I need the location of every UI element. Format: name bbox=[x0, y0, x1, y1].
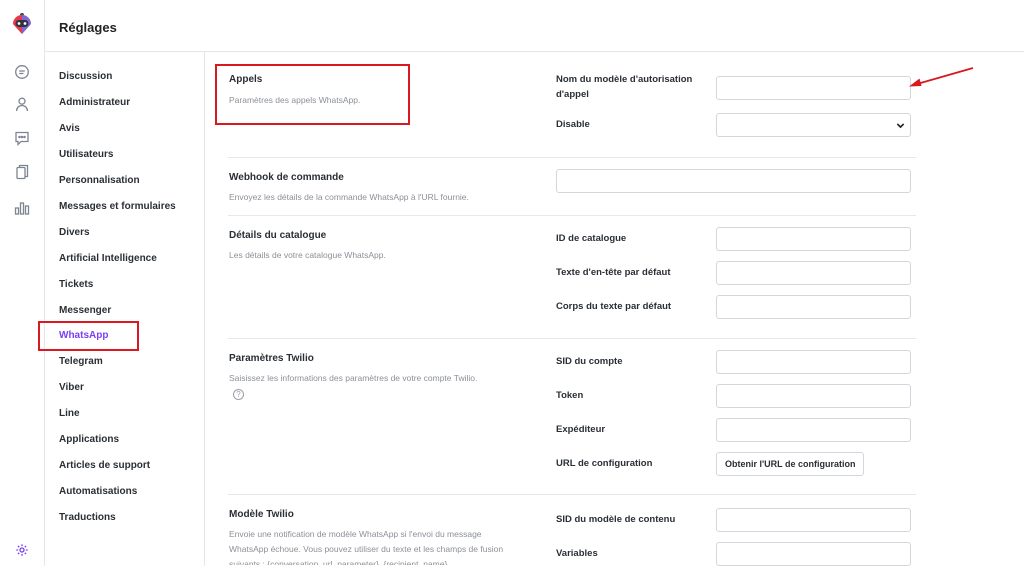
sidebar-item-messages-formulaires[interactable]: Messages et formulaires bbox=[59, 200, 176, 214]
call-permission-template-label: Nom du modèle d'autorisation d'appel bbox=[556, 74, 693, 100]
sidebar-item-messenger[interactable]: Messenger bbox=[59, 304, 111, 318]
catalogue-id-label: ID de catalogue bbox=[556, 233, 627, 244]
account-sid-input[interactable] bbox=[716, 350, 911, 374]
sidebar-item-administrateur[interactable]: Administrateur bbox=[59, 96, 130, 110]
section-appels: Appels Paramètres des appels WhatsApp. N… bbox=[228, 52, 916, 157]
sender-input[interactable] bbox=[716, 418, 911, 442]
variables-input[interactable] bbox=[716, 542, 911, 566]
icon-rail bbox=[0, 0, 45, 566]
default-body-text-input[interactable] bbox=[716, 295, 911, 319]
sidebar-item-artificial-intelligence[interactable]: Artificial Intelligence bbox=[59, 252, 157, 266]
section-webhook: Webhook de commande Envoyez les détails … bbox=[228, 157, 916, 215]
content-template-sid-input[interactable] bbox=[716, 508, 911, 532]
section-twilio: Paramètres Twilio Saisissez les informat… bbox=[228, 338, 916, 494]
section-twilio-template: Modèle Twilio Envoie une notification de… bbox=[228, 494, 916, 566]
section-description: Les détails de votre catalogue WhatsApp. bbox=[229, 250, 386, 260]
sidebar-item-viber[interactable]: Viber bbox=[59, 381, 84, 395]
get-configuration-url-button[interactable]: Obtenir l'URL de configuration bbox=[716, 452, 865, 476]
section-description: Paramètres des appels WhatsApp. bbox=[229, 95, 361, 105]
sidebar-item-discussion[interactable]: Discussion bbox=[59, 70, 112, 84]
settings-gear-icon[interactable] bbox=[12, 540, 32, 560]
sidebar-item-line[interactable]: Line bbox=[59, 407, 80, 421]
variables-label: Variables bbox=[556, 548, 598, 559]
configuration-url-label: URL de configuration bbox=[556, 458, 653, 469]
message-square-icon[interactable] bbox=[12, 128, 32, 148]
section-title: Webhook de commande bbox=[229, 172, 344, 183]
sender-label: Expéditeur bbox=[556, 424, 606, 435]
logo-icon[interactable] bbox=[9, 10, 35, 36]
call-permission-template-input[interactable] bbox=[716, 76, 911, 100]
sidebar-item-divers[interactable]: Divers bbox=[59, 226, 90, 240]
default-header-text-input[interactable] bbox=[716, 261, 911, 285]
sidebar-item-whatsapp[interactable]: WhatsApp bbox=[59, 329, 108, 343]
page-header: Réglages bbox=[45, 0, 1024, 52]
annotation-arrow-icon bbox=[909, 67, 974, 87]
chevron-down-icon bbox=[896, 123, 905, 129]
section-title: Appels bbox=[229, 74, 263, 85]
disable-select[interactable] bbox=[716, 113, 911, 137]
section-description: Saisissez les informations des paramètre… bbox=[229, 373, 478, 383]
bar-chart-icon[interactable] bbox=[12, 198, 32, 218]
content-template-sid-label: SID du modèle de contenu bbox=[556, 514, 676, 525]
default-body-text-label: Corps du texte par défaut bbox=[556, 301, 672, 312]
help-icon[interactable]: ? bbox=[233, 389, 244, 400]
account-sid-label: SID du compte bbox=[556, 356, 623, 367]
section-title: Paramètres Twilio bbox=[229, 353, 314, 364]
user-icon[interactable] bbox=[12, 94, 32, 114]
sidebar-item-avis[interactable]: Avis bbox=[59, 122, 80, 136]
sidebar-item-tickets[interactable]: Tickets bbox=[59, 278, 93, 292]
catalogue-id-input[interactable] bbox=[716, 227, 911, 251]
section-title: Détails du catalogue bbox=[229, 230, 327, 241]
settings-sidebar: Discussion Administrateur Avis Utilisate… bbox=[45, 52, 205, 566]
sidebar-item-traductions[interactable]: Traductions bbox=[59, 511, 116, 525]
settings-content: Appels Paramètres des appels WhatsApp. N… bbox=[206, 52, 1024, 566]
token-input[interactable] bbox=[716, 384, 911, 408]
disable-label: Disable bbox=[556, 119, 590, 130]
chat-icon[interactable] bbox=[12, 62, 32, 82]
sidebar-item-telegram[interactable]: Telegram bbox=[59, 355, 103, 369]
sidebar-item-articles-support[interactable]: Articles de support bbox=[59, 459, 150, 473]
section-title: Modèle Twilio bbox=[229, 509, 294, 520]
section-catalogue: Détails du catalogue Les détails de votr… bbox=[228, 215, 916, 338]
order-webhook-input[interactable] bbox=[556, 169, 911, 193]
page-title: Réglages bbox=[59, 20, 117, 35]
sidebar-item-utilisateurs[interactable]: Utilisateurs bbox=[59, 148, 113, 162]
sidebar-item-automatisations[interactable]: Automatisations bbox=[59, 485, 137, 499]
section-description: Envoie une notification de modèle WhatsA… bbox=[229, 529, 504, 565]
section-description: Envoyez les détails de la commande Whats… bbox=[229, 192, 469, 202]
documents-icon[interactable] bbox=[12, 162, 32, 182]
token-label: Token bbox=[556, 390, 584, 401]
sidebar-item-applications[interactable]: Applications bbox=[59, 433, 119, 447]
default-header-text-label: Texte d'en-tête par défaut bbox=[556, 267, 671, 278]
sidebar-item-personnalisation[interactable]: Personnalisation bbox=[59, 174, 140, 188]
